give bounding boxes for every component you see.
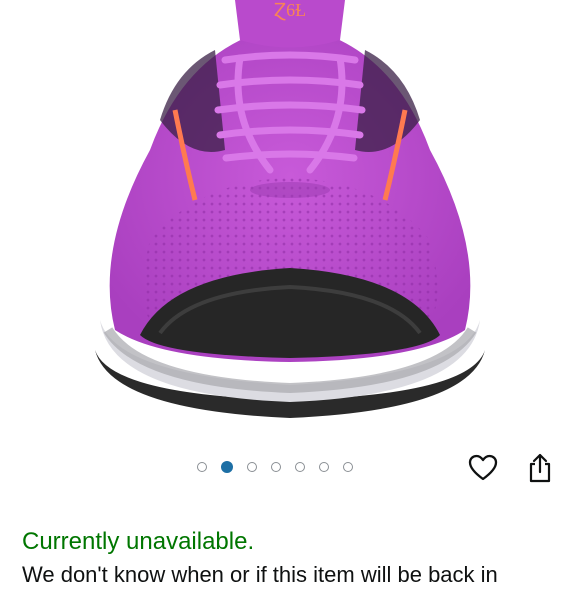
shoe-photo: Ɀ6Ɫ: [95, 0, 485, 418]
carousel-dot[interactable]: [197, 462, 207, 472]
heart-icon[interactable]: [463, 448, 503, 488]
carousel-dot[interactable]: [221, 461, 233, 473]
carousel-dots: [197, 460, 353, 474]
availability-detail: We don't know when or if this item will …: [22, 562, 498, 587]
carousel-dot[interactable]: [343, 462, 353, 472]
share-icon[interactable]: [520, 448, 560, 488]
product-image[interactable]: Ɀ6Ɫ: [0, 0, 580, 425]
svg-text:Ɀ6Ɫ: Ɀ6Ɫ: [274, 0, 306, 21]
availability-status: Currently unavailable.: [22, 528, 255, 555]
carousel-dot[interactable]: [295, 462, 305, 472]
carousel-dot[interactable]: [319, 462, 329, 472]
carousel-dot[interactable]: [271, 462, 281, 472]
carousel-dot[interactable]: [247, 462, 257, 472]
image-carousel-controls: [0, 448, 580, 492]
